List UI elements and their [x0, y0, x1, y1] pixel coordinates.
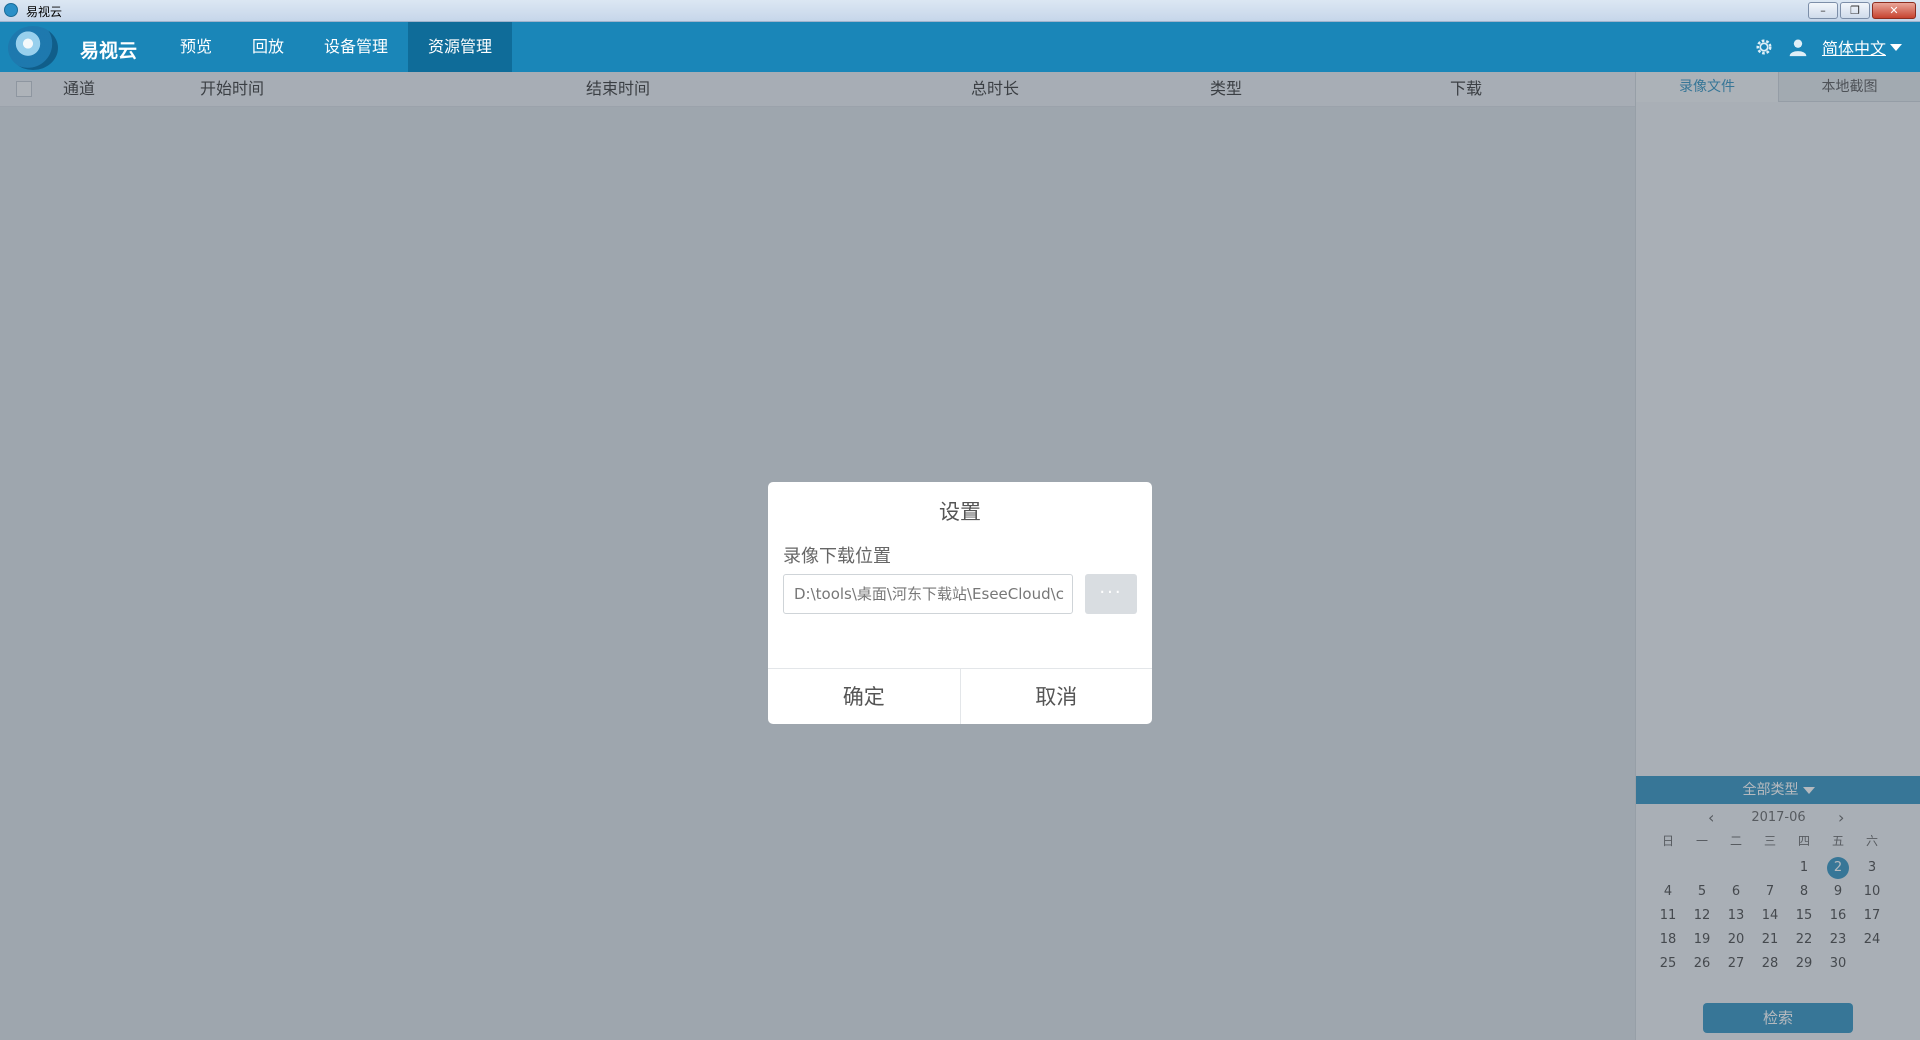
download-location-label: 录像下载位置	[783, 546, 891, 567]
language-selector[interactable]: 简体中文	[1822, 35, 1902, 59]
app-icon	[4, 3, 18, 17]
nav-right-tools: 简体中文	[1754, 22, 1902, 72]
gear-icon[interactable]	[1754, 37, 1774, 57]
app-name: 易视云	[80, 40, 138, 62]
window-titlebar: 易视云 – ❐ ✕	[0, 0, 1920, 22]
maximize-button[interactable]: ❐	[1840, 2, 1870, 19]
tab-preview[interactable]: 预览	[160, 22, 232, 72]
confirm-button[interactable]: 确定	[768, 669, 961, 724]
modal-overlay: 设置 录像下载位置 D:\tools\桌面\河东下载站\EseeCloud\c …	[0, 72, 1920, 1040]
window-title: 易视云	[26, 5, 63, 19]
cancel-button[interactable]: 取消	[961, 669, 1153, 724]
tab-resource-management[interactable]: 资源管理	[408, 22, 513, 72]
nav-tabs: 预览 回放 设备管理 资源管理	[160, 22, 513, 72]
tab-device-management[interactable]: 设备管理	[304, 22, 408, 72]
chevron-down-icon	[1890, 43, 1902, 51]
top-navbar: 易视云 预览 回放 设备管理 资源管理 简体中文	[0, 22, 1920, 72]
browse-button[interactable]: ···	[1085, 574, 1137, 614]
language-label: 简体中文	[1821, 39, 1886, 58]
user-icon[interactable]	[1788, 37, 1808, 57]
dialog-title: 设置	[939, 500, 981, 524]
download-path-input[interactable]: D:\tools\桌面\河东下载站\EseeCloud\c	[783, 574, 1073, 614]
app-logo	[6, 24, 64, 70]
settings-dialog: 设置 录像下载位置 D:\tools\桌面\河东下载站\EseeCloud\c …	[768, 482, 1152, 724]
dialog-footer: 确定 取消	[768, 668, 1152, 724]
close-button[interactable]: ✕	[1872, 2, 1916, 19]
tab-playback[interactable]: 回放	[232, 22, 304, 72]
minimize-button[interactable]: –	[1808, 2, 1838, 19]
window-controls: – ❐ ✕	[1808, 2, 1916, 19]
logo-icon	[8, 26, 58, 70]
